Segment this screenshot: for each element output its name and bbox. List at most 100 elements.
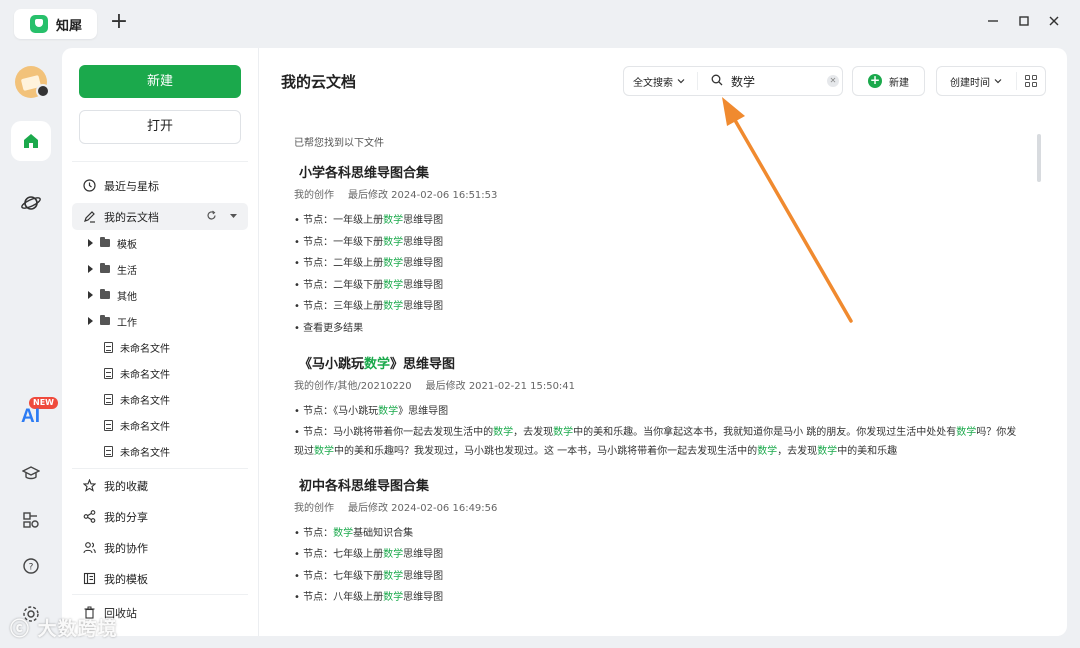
result-item[interactable]: 初中各科思维导图合集 我的创作 最后修改 2024-02-06 16:49:56 … xyxy=(294,475,1024,609)
divider xyxy=(72,594,248,595)
main-panel: 我的云文档 全文搜索 ✕ + 新建 创建时间 已帮您找到以下文件 小学各科思维导… xyxy=(259,48,1067,636)
sidebar-item-label: 我的模板 xyxy=(104,572,148,586)
maximize-icon xyxy=(1019,16,1029,26)
tree-label: 未命名文件 xyxy=(120,447,170,459)
result-title[interactable]: 初中各科思维导图合集 xyxy=(299,475,1024,494)
tree-file[interactable]: 未命名文件 xyxy=(104,336,170,358)
sidebar-item-templates[interactable]: 我的模板 xyxy=(72,565,248,592)
minimize-button[interactable] xyxy=(983,13,1003,33)
result-title[interactable]: 《马小跳玩数学》思维导图 xyxy=(299,353,1024,372)
result-modified: 最后修改 2024-02-06 16:49:56 xyxy=(348,502,498,514)
close-button[interactable] xyxy=(1044,13,1064,33)
tree-label: 未命名文件 xyxy=(120,395,170,407)
result-line: • 节点：七年级上册数学思维导图 xyxy=(294,549,444,560)
expand-arrow-icon xyxy=(88,239,93,247)
result-meta: 我的创作 最后修改 2024-02-06 16:51:53 xyxy=(294,186,1024,201)
ai-button[interactable]: AI xyxy=(21,406,40,428)
help-icon: ? xyxy=(23,558,39,574)
planet-icon xyxy=(21,196,41,210)
grid-view-icon[interactable] xyxy=(1025,75,1037,87)
result-line: • 节点：七年级下册数学思维导图 xyxy=(294,570,444,582)
folder-icon xyxy=(100,237,110,247)
more-results-link[interactable]: • 查看更多结果 xyxy=(294,318,1024,340)
sort-label: 创建时间 xyxy=(950,77,990,89)
results-note: 已帮您找到以下文件 xyxy=(294,138,384,149)
document-icon xyxy=(104,341,113,353)
expand-arrow-icon xyxy=(88,291,93,299)
document-icon xyxy=(104,419,113,431)
search-scope-dropdown[interactable]: 全文搜索 xyxy=(624,72,698,90)
sort-dropdown[interactable]: 创建时间 xyxy=(937,72,1017,90)
star-icon xyxy=(83,479,96,492)
result-line: • 节点：一年级上册数学思维导图 xyxy=(294,215,444,226)
graduation-cap-icon xyxy=(22,466,40,480)
tree-label: 生活 xyxy=(117,265,137,277)
tree-folder[interactable]: 生活 xyxy=(88,258,137,280)
discover-button[interactable] xyxy=(11,183,51,223)
sidebar-item-cloud-docs[interactable]: 我的云文档 xyxy=(72,203,248,230)
app-tab[interactable]: 知犀 xyxy=(14,9,97,39)
maximize-button[interactable] xyxy=(1014,13,1034,33)
home-button[interactable] xyxy=(11,121,51,161)
close-icon xyxy=(1049,16,1059,26)
clear-search-button[interactable]: ✕ xyxy=(827,75,839,87)
chevron-down-icon xyxy=(677,79,685,84)
app-name: 知犀 xyxy=(56,18,83,34)
watermark: ⓒ 大数跨境 xyxy=(10,618,118,640)
result-path: 我的创作/其他/20210220 xyxy=(294,381,412,392)
search-input[interactable] xyxy=(731,74,821,88)
sidebar-item-label: 我的云文档 xyxy=(104,210,159,224)
tree-file[interactable]: 未命名文件 xyxy=(104,362,170,384)
course-button[interactable] xyxy=(11,453,51,493)
sidebar-item-recent[interactable]: 最近与星标 xyxy=(72,172,248,199)
result-title[interactable]: 小学各科思维导图合集 xyxy=(299,162,1024,181)
sidebar-item-label: 我的协作 xyxy=(104,541,148,555)
result-path: 我的创作 xyxy=(294,502,334,514)
document-icon xyxy=(104,445,113,457)
new-tab-button[interactable]: + xyxy=(108,11,130,35)
document-icon xyxy=(104,367,113,379)
sidebar-item-label: 最近与星标 xyxy=(104,179,159,193)
tree-file[interactable]: 未命名文件 xyxy=(104,414,170,436)
divider xyxy=(72,468,248,469)
refresh-icon[interactable] xyxy=(206,210,217,224)
toolbox-button[interactable] xyxy=(11,500,51,540)
sidebar-item-favorites[interactable]: 我的收藏 xyxy=(72,472,248,499)
result-item[interactable]: 《马小跳玩数学》思维导图 我的创作/其他/20210220 最后修改 2021-0… xyxy=(294,353,1024,461)
tree-folder[interactable]: 其他 xyxy=(88,284,137,306)
clock-icon xyxy=(83,179,96,192)
open-button[interactable]: 打开 xyxy=(79,110,241,144)
scrollbar[interactable] xyxy=(1037,134,1041,182)
tree-label: 未命名文件 xyxy=(120,343,170,355)
result-item[interactable]: 小学各科思维导图合集 我的创作 最后修改 2024-02-06 16:51:53 … xyxy=(294,162,1024,339)
share-icon xyxy=(83,510,96,523)
tree-folder[interactable]: 工作 xyxy=(88,310,137,332)
icon-rail: NEW AI ? xyxy=(0,48,62,648)
tree-label: 未命名文件 xyxy=(120,369,170,381)
tree-label: 模板 xyxy=(117,239,137,251)
folder-icon xyxy=(100,315,110,325)
new-file-button[interactable]: + 新建 xyxy=(852,66,925,96)
divider xyxy=(72,161,248,162)
result-line: • 节点：八年级上册数学思维导图 xyxy=(294,592,444,603)
folder-icon xyxy=(100,263,110,273)
sidebar-item-collab[interactable]: 我的协作 xyxy=(72,534,248,561)
search-results: 已帮您找到以下文件 小学各科思维导图合集 我的创作 最后修改 2024-02-06… xyxy=(294,134,1024,623)
new-button[interactable]: 新建 xyxy=(79,65,241,98)
tree-file[interactable]: 未命名文件 xyxy=(104,440,170,462)
settings-badge-icon xyxy=(36,84,50,98)
tree-folder[interactable]: 模板 xyxy=(88,232,137,254)
edit-icon xyxy=(83,210,96,223)
watermark-logo-icon: ⓒ xyxy=(10,618,31,640)
tree-label: 其他 xyxy=(117,291,137,303)
sidebar-item-label: 我的分享 xyxy=(104,510,148,524)
result-line: • 节点：一年级下册数学思维导图 xyxy=(294,236,444,248)
result-line: • 节点：三年级上册数学思维导图 xyxy=(294,301,444,312)
help-button[interactable]: ? xyxy=(11,546,51,586)
tree-file[interactable]: 未命名文件 xyxy=(104,388,170,410)
result-paragraph: • 节点：马小跳将带着你一起去发现生活中的数学，去发现数学中的美和乐趣。当你拿起… xyxy=(294,426,1017,457)
app-logo-icon xyxy=(30,15,48,33)
caret-down-icon[interactable] xyxy=(229,210,238,223)
result-line: • 节点：数学基础知识合集 xyxy=(294,527,414,539)
sidebar-item-shares[interactable]: 我的分享 xyxy=(72,503,248,530)
